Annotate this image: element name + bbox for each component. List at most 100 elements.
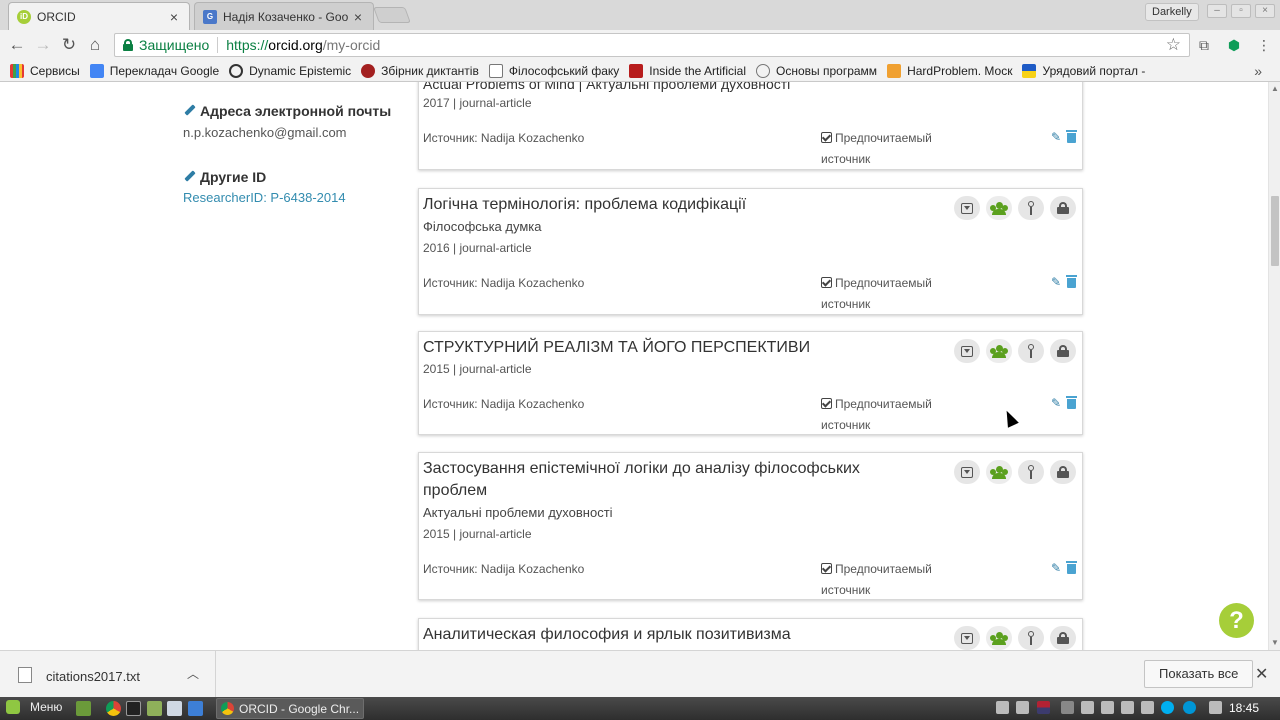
edit-pencil-icon[interactable] <box>183 170 197 184</box>
clipboard-icon[interactable] <box>1121 701 1134 714</box>
us-flag-icon[interactable] <box>1037 701 1050 714</box>
edit-pencil-icon[interactable]: ✎ <box>1051 396 1061 410</box>
bookmark-item[interactable]: Перекладач Google <box>89 63 219 78</box>
reload-icon[interactable]: ↻ <box>58 34 80 56</box>
everyone-icon <box>990 632 1008 645</box>
close-shelf-icon[interactable]: ✕ <box>1255 664 1268 684</box>
profile-button[interactable]: Darkelly <box>1145 3 1199 21</box>
page-scrollbar[interactable]: ▲ ▼ <box>1268 82 1280 650</box>
shield-tray-icon[interactable] <box>1141 701 1154 714</box>
privacy-limited-button[interactable] <box>1018 196 1044 220</box>
document-icon[interactable] <box>167 701 182 716</box>
start-menu-button[interactable]: Меню <box>6 700 62 714</box>
delete-trash-icon[interactable] <box>1066 396 1077 409</box>
privacy-private-button[interactable] <box>1050 196 1076 220</box>
scroll-thumb[interactable] <box>1271 196 1279 266</box>
chrome-launcher-icon[interactable] <box>106 701 121 716</box>
close-tab-icon[interactable]: × <box>351 9 365 25</box>
hp-icon[interactable] <box>1183 701 1196 714</box>
edit-pencil-icon[interactable]: ✎ <box>1051 561 1061 575</box>
tab-title: Надія Козаченко - Goo <box>223 9 349 24</box>
privacy-limited-button[interactable] <box>1018 339 1044 363</box>
ukraine-flag-icon <box>1022 63 1037 78</box>
edit-pencil-icon[interactable]: ✎ <box>1051 130 1061 144</box>
address-bar[interactable]: Защищено https:// orcid.org /my-orcid ☆ <box>114 33 1190 57</box>
page-icon <box>488 63 503 78</box>
privacy-dropdown-button[interactable] <box>954 460 980 484</box>
delete-trash-icon[interactable] <box>1066 275 1077 288</box>
help-button[interactable]: ? <box>1219 603 1254 638</box>
privacy-limited-button[interactable] <box>1018 626 1044 650</box>
scroll-up-icon[interactable]: ▲ <box>1271 84 1279 93</box>
tab-title: ORCID <box>37 9 76 24</box>
bookmark-item[interactable]: Збірник диктантів <box>361 63 479 78</box>
bookmark-item[interactable]: Сервисы <box>10 63 80 78</box>
privacy-dropdown-button[interactable] <box>954 339 980 363</box>
researcher-id-link[interactable]: ResearcherID: P-6438-2014 <box>183 190 346 205</box>
privacy-private-button[interactable] <box>1050 626 1076 650</box>
close-tab-icon[interactable]: × <box>167 9 181 25</box>
bookmark-item[interactable]: Основы программ <box>756 63 877 78</box>
chevron-up-icon[interactable]: ︿ <box>187 665 199 682</box>
clock[interactable]: 18:45 <box>1229 701 1259 715</box>
edit-pencil-icon[interactable] <box>183 104 197 118</box>
download-item[interactable]: citations2017.txt ︿ <box>0 651 216 697</box>
bluetooth-icon[interactable] <box>1061 701 1074 714</box>
shield-extension-icon[interactable]: ⬢ <box>1224 35 1244 55</box>
files-icon[interactable] <box>147 701 162 716</box>
bookmark-item[interactable]: Inside the Artificial <box>629 63 746 78</box>
bookmark-item[interactable]: Dynamic Epistemic <box>229 63 351 78</box>
tab-orcid[interactable]: iD ORCID × <box>8 2 190 30</box>
privacy-everyone-button[interactable] <box>986 196 1012 220</box>
privacy-limited-button[interactable] <box>1018 460 1044 484</box>
edit-pencil-icon[interactable]: ✎ <box>1051 275 1061 289</box>
privacy-private-button[interactable] <box>1050 460 1076 484</box>
show-all-downloads-button[interactable]: Показать все <box>1144 660 1254 688</box>
extension-icon[interactable]: ⧉ <box>1194 35 1214 55</box>
delete-trash-icon[interactable] <box>1066 130 1077 143</box>
privacy-dropdown-button[interactable] <box>954 196 980 220</box>
home-icon[interactable]: ⌂ <box>84 34 106 56</box>
volume-icon[interactable] <box>1101 701 1114 714</box>
chrome-menu-icon[interactable]: ⋮ <box>1254 35 1274 55</box>
url-path: /my-orcid <box>322 37 381 53</box>
bookmark-item[interactable]: HardProblem. Моск <box>887 63 1012 78</box>
work-card: Логічна термінологія: проблема кодифікац… <box>418 188 1083 315</box>
taskbar-window-chrome[interactable]: ORCID - Google Chr... <box>216 698 364 719</box>
bookmark-star-icon[interactable]: ☆ <box>1166 35 1181 55</box>
dropdown-icon <box>961 202 973 214</box>
delete-trash-icon[interactable] <box>1066 561 1077 574</box>
dropdown-icon <box>961 632 973 644</box>
more-bookmarks-icon[interactable]: » <box>1254 63 1262 79</box>
privacy-private-button[interactable] <box>1050 339 1076 363</box>
maximize-icon[interactable]: ▫ <box>1231 4 1251 18</box>
preferred-source: Предпочитаемый источник <box>821 276 932 311</box>
work-title: Логічна термінологія: проблема кодифікац… <box>423 196 747 213</box>
back-icon[interactable]: ← <box>6 34 28 56</box>
tab-google-scholar[interactable]: G Надія Козаченко - Goo × <box>194 2 374 30</box>
krita-icon[interactable] <box>188 701 203 716</box>
bookmark-item[interactable]: Урядовий портал - <box>1022 63 1145 78</box>
private-icon <box>1057 632 1069 644</box>
privacy-dropdown-button[interactable] <box>954 626 980 650</box>
show-desktop-icon[interactable] <box>76 701 91 716</box>
wifi-icon[interactable] <box>1081 701 1094 714</box>
bookmarks-bar: Сервисы Перекладач Google Dynamic Episte… <box>0 60 1280 82</box>
battery-icon[interactable] <box>1209 701 1222 714</box>
new-tab-button[interactable] <box>373 7 411 23</box>
work-source: Источник: Nadija Kozachenko <box>423 397 585 411</box>
scroll-down-icon[interactable]: ▼ <box>1271 638 1279 647</box>
privacy-everyone-button[interactable] <box>986 626 1012 650</box>
skype-icon[interactable] <box>1161 701 1174 714</box>
forward-icon[interactable]: → <box>32 34 54 56</box>
close-window-icon[interactable]: × <box>1255 4 1275 18</box>
privacy-everyone-button[interactable] <box>986 460 1012 484</box>
bookmark-item[interactable]: Філософський факу <box>488 63 619 78</box>
terminal-icon[interactable] <box>126 701 141 716</box>
network-manager-icon[interactable] <box>1016 701 1029 714</box>
tab-strip: iD ORCID × G Надія Козаченко - Goo × Dar… <box>0 0 1280 30</box>
privacy-everyone-button[interactable] <box>986 339 1012 363</box>
work-title: Actual Problems of Mind | Актуальні проб… <box>423 82 791 92</box>
user-icon[interactable] <box>996 701 1009 714</box>
minimize-icon[interactable]: – <box>1207 4 1227 18</box>
